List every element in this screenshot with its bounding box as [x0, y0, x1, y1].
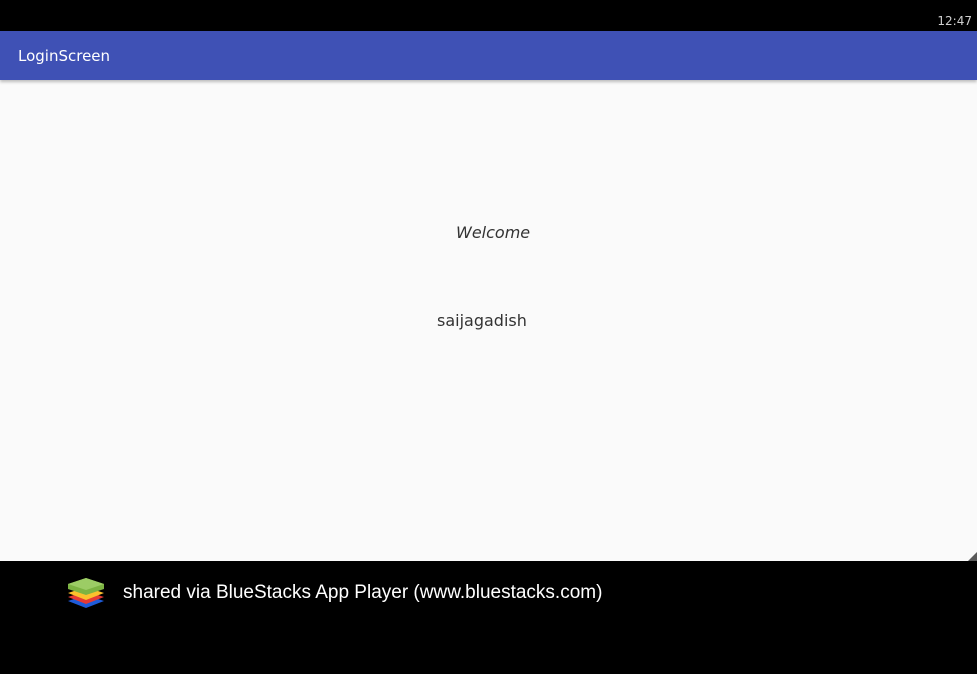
welcome-text: Welcome [456, 223, 531, 242]
app-bar: LoginScreen [0, 31, 977, 80]
main-content: Welcome saijagadish [0, 80, 977, 561]
bluestacks-logo-icon [68, 578, 104, 608]
username-text: saijagadish [437, 311, 527, 330]
app-title: LoginScreen [18, 47, 111, 65]
footer-banner: shared via BlueStacks App Player (www.bl… [0, 561, 977, 674]
status-bar: 12:47 [0, 0, 977, 31]
status-clock: 12:47 [937, 14, 972, 28]
footer-text: shared via BlueStacks App Player (www.bl… [123, 582, 603, 603]
